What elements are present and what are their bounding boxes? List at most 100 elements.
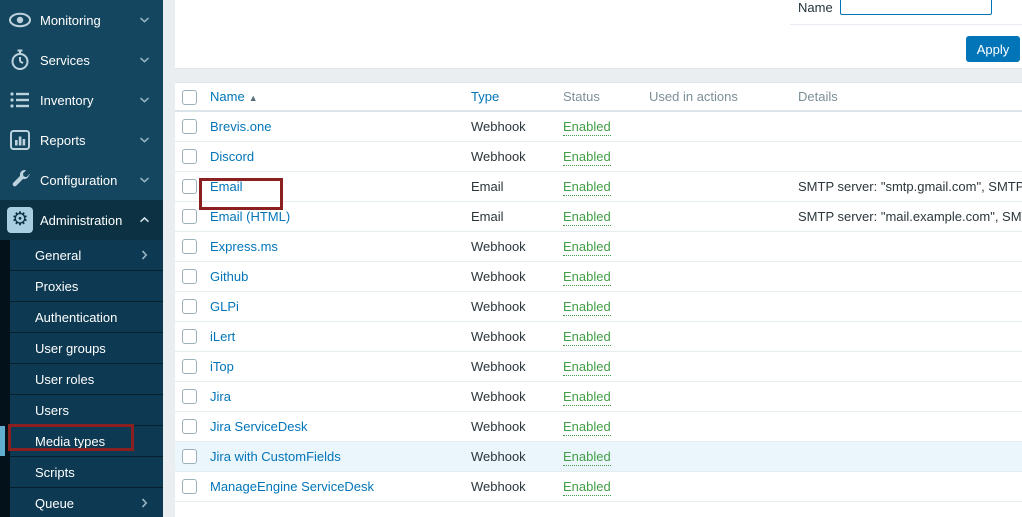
status-link[interactable]: Enabled [563, 389, 611, 406]
media-type-link[interactable]: Express.ms [210, 239, 278, 254]
sidebar-item-reports[interactable]: Reports [0, 120, 163, 160]
sidebar-subitem-label: Authentication [35, 310, 117, 325]
media-type-link[interactable]: Jira ServiceDesk [210, 419, 308, 434]
row-checkbox-cell [175, 291, 209, 321]
sidebar-item-user-groups[interactable]: User groups [10, 333, 163, 364]
sidebar-subitem-label: User groups [35, 341, 106, 356]
sidebar-item-proxies[interactable]: Proxies [10, 271, 163, 302]
row-checkbox[interactable] [182, 449, 197, 464]
status-link[interactable]: Enabled [563, 299, 611, 316]
status-link[interactable]: Enabled [563, 359, 611, 376]
status-link[interactable]: Enabled [563, 119, 611, 136]
row-checkbox[interactable] [182, 419, 197, 434]
name-cell: iLert [209, 321, 470, 351]
type-cell: Email [470, 171, 562, 201]
sidebar-item-user-roles[interactable]: User roles [10, 364, 163, 395]
sidebar-item-services[interactable]: Services [0, 40, 163, 80]
table-row: EmailEmailEnabledSMTP server: "smtp.gmai… [175, 171, 1022, 201]
status-cell: Enabled [562, 231, 648, 261]
details-cell [797, 411, 1022, 441]
sidebar-item-label: Administration [40, 213, 122, 228]
media-types-table: Name▲TypeStatusUsed in actionsDetails Br… [175, 83, 1022, 502]
sidebar-item-media-types[interactable]: Media types [10, 426, 163, 457]
sidebar-item-label: Inventory [40, 93, 93, 108]
row-checkbox[interactable] [182, 359, 197, 374]
type-cell: Webhook [470, 321, 562, 351]
row-checkbox-cell [175, 171, 209, 201]
table-row: GLPiWebhookEnabled [175, 291, 1022, 321]
row-checkbox[interactable] [182, 209, 197, 224]
used-in-actions-cell [648, 141, 797, 171]
table-header-row: Name▲TypeStatusUsed in actionsDetails [175, 83, 1022, 111]
media-type-link[interactable]: Jira with CustomFields [210, 449, 341, 464]
media-type-link[interactable]: iLert [210, 329, 235, 344]
media-type-link[interactable]: Email (HTML) [210, 209, 290, 224]
table-row: Discord WebhookEnabled [175, 141, 1022, 171]
media-type-link[interactable]: Jira [210, 389, 231, 404]
name-cell: Brevis.one [209, 111, 470, 141]
status-link[interactable]: Enabled [563, 449, 611, 466]
media-type-link[interactable]: GLPi [210, 299, 239, 314]
row-checkbox[interactable] [182, 479, 197, 494]
type-cell: Webhook [470, 231, 562, 261]
media-type-link[interactable]: Discord [210, 149, 254, 164]
media-type-link[interactable]: Brevis.one [210, 119, 271, 134]
status-link[interactable]: Enabled [563, 209, 611, 226]
status-link[interactable]: Enabled [563, 329, 611, 346]
name-cell: Email [209, 171, 470, 201]
sidebar-item-monitoring[interactable]: Monitoring [0, 0, 163, 40]
sidebar-item-users[interactable]: Users [10, 395, 163, 426]
sort-link-type[interactable]: Type [471, 89, 499, 104]
row-checkbox[interactable] [182, 299, 197, 314]
sort-link-name[interactable]: Name [210, 89, 245, 104]
name-cell: Express.ms [209, 231, 470, 261]
type-cell: Webhook [470, 411, 562, 441]
sidebar-item-general[interactable]: General [10, 240, 163, 271]
status-link[interactable]: Enabled [563, 479, 611, 496]
table-row: Express.ms WebhookEnabled [175, 231, 1022, 261]
row-checkbox[interactable] [182, 329, 197, 344]
sidebar-item-label: Configuration [40, 173, 117, 188]
row-checkbox[interactable] [182, 179, 197, 194]
row-checkbox[interactable] [182, 239, 197, 254]
status-link[interactable]: Enabled [563, 419, 611, 436]
used-in-actions-cell [648, 381, 797, 411]
row-checkbox[interactable] [182, 269, 197, 284]
media-type-link[interactable]: ManageEngine ServiceDesk [210, 479, 374, 494]
sidebar-item-label: Monitoring [40, 13, 101, 28]
status-link[interactable]: Enabled [563, 269, 611, 286]
sidebar-item-scripts[interactable]: Scripts [10, 457, 163, 488]
status-link[interactable]: Enabled [563, 149, 611, 166]
sidebar-item-configuration[interactable]: Configuration [0, 160, 163, 200]
status-cell: Enabled [562, 441, 648, 471]
row-checkbox[interactable] [182, 149, 197, 164]
filter-divider [790, 24, 1022, 25]
status-link[interactable]: Enabled [563, 179, 611, 196]
filter-name-input[interactable] [840, 0, 992, 15]
column-header-used-in-actions: Used in actions [648, 83, 797, 111]
column-header-name: Name▲ [209, 83, 470, 111]
row-checkbox[interactable] [182, 119, 197, 134]
table-row: JiraWebhookEnabled [175, 381, 1022, 411]
sidebar-item-inventory[interactable]: Inventory [0, 80, 163, 120]
media-type-link[interactable]: Github [210, 269, 248, 284]
row-checkbox-cell [175, 411, 209, 441]
details-cell [797, 351, 1022, 381]
chevron-up-icon [139, 217, 150, 224]
select-all-checkbox[interactable] [182, 90, 197, 105]
status-cell: Enabled [562, 351, 648, 381]
row-checkbox[interactable] [182, 389, 197, 404]
type-cell: Webhook [470, 141, 562, 171]
sidebar-item-authentication[interactable]: Authentication [10, 302, 163, 333]
sidebar-item-queue[interactable]: Queue [10, 488, 163, 517]
media-type-link[interactable]: Email [210, 179, 243, 194]
status-link[interactable]: Enabled [563, 239, 611, 256]
status-cell: Enabled [562, 261, 648, 291]
apply-button[interactable]: Apply [966, 36, 1020, 62]
gear-icon: ⚙ [7, 207, 33, 233]
used-in-actions-cell [648, 261, 797, 291]
media-type-link[interactable]: iTop [210, 359, 234, 374]
chevron-right-icon [141, 498, 148, 509]
table-row: ManageEngine ServiceDeskWebhookEnabled [175, 471, 1022, 501]
sidebar-item-administration[interactable]: ⚙ Administration [0, 200, 163, 240]
